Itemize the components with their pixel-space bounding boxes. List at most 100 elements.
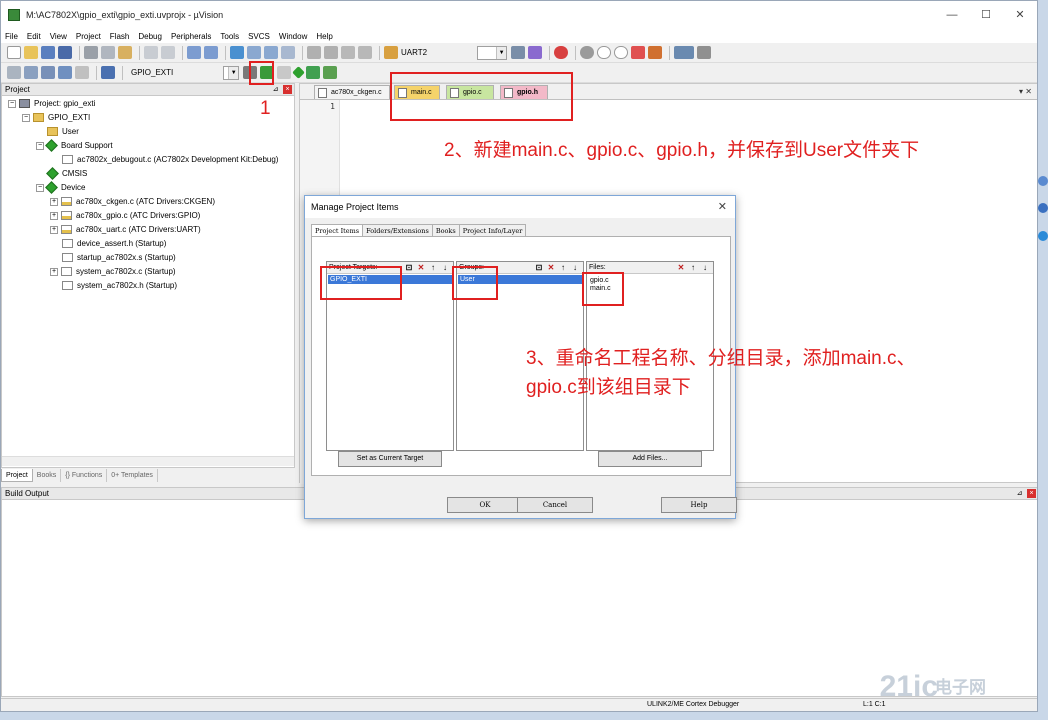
set-as-current-target-button[interactable]: Set as Current Target xyxy=(338,451,442,467)
cut-icon[interactable] xyxy=(84,46,98,59)
tree-file[interactable]: + ac780x_ckgen.c (ATC Drivers:CKGEN) xyxy=(50,195,215,208)
find-combo[interactable]: ▼ xyxy=(477,45,508,60)
tab-ac780x-ckgen[interactable]: ac780x_ckgen.c xyxy=(314,85,390,99)
rebuild-icon[interactable] xyxy=(41,66,55,79)
clear-bookmarks-icon[interactable] xyxy=(281,46,295,59)
collapse-icon[interactable]: − xyxy=(8,99,16,108)
save-all-icon[interactable] xyxy=(58,46,72,59)
tree-file[interactable]: ac7802x_debugout.c (AC7802x Development … xyxy=(62,153,278,166)
menu-help[interactable]: Help xyxy=(316,32,332,41)
menu-svcs[interactable]: SVCS xyxy=(248,32,270,41)
tab-tools[interactable]: ▾ ✕ xyxy=(1019,87,1032,96)
tree-group-user[interactable]: User xyxy=(47,125,79,138)
expand-icon[interactable]: + xyxy=(50,211,58,220)
find-in-files-icon[interactable] xyxy=(384,46,398,59)
close-panel-icon[interactable]: × xyxy=(1027,489,1036,498)
tree-group-device[interactable]: − Device xyxy=(36,181,85,194)
move-up-icon[interactable]: ↑ xyxy=(687,262,699,273)
pin-icon[interactable]: ⊿ xyxy=(1015,489,1024,498)
help-button[interactable]: Help xyxy=(661,497,737,513)
search-icon[interactable] xyxy=(1038,176,1048,186)
delete-icon[interactable]: ✕ xyxy=(415,262,427,273)
translate-icon[interactable] xyxy=(7,66,21,79)
delete-icon[interactable]: ✕ xyxy=(675,262,687,273)
tree-file[interactable]: device_assert.h (Startup) xyxy=(62,237,166,250)
tree-target[interactable]: − GPIO_EXTI xyxy=(22,111,90,124)
find-icon[interactable] xyxy=(511,46,526,59)
open-folder-icon[interactable] xyxy=(24,46,38,59)
menu-flash[interactable]: Flash xyxy=(110,32,130,41)
pack-installer-icon[interactable] xyxy=(306,66,321,79)
tab-project[interactable]: Project xyxy=(1,469,33,482)
collapse-icon[interactable]: − xyxy=(22,113,30,122)
tab-books[interactable]: Books xyxy=(33,469,62,482)
file-extensions-icon[interactable] xyxy=(277,66,292,79)
tree-file[interactable]: + ac780x_gpio.c (ATC Drivers:GPIO) xyxy=(50,209,200,222)
expand-icon[interactable]: + xyxy=(50,225,58,234)
pin-icon[interactable]: ⊿ xyxy=(271,85,280,94)
menu-peripherals[interactable]: Peripherals xyxy=(171,32,211,41)
collapse-icon[interactable]: − xyxy=(36,141,44,150)
move-down-icon[interactable]: ↓ xyxy=(439,262,451,273)
app-icon[interactable] xyxy=(1038,231,1048,241)
disable-all-breakpoints-icon[interactable] xyxy=(614,46,629,59)
indent-icon[interactable] xyxy=(307,46,321,59)
tree-group-cmsis[interactable]: CMSIS xyxy=(46,167,87,180)
menu-edit[interactable]: Edit xyxy=(27,32,41,41)
settings-icon[interactable] xyxy=(1038,203,1048,213)
move-down-icon[interactable]: ↓ xyxy=(699,262,711,273)
move-up-icon[interactable]: ↑ xyxy=(557,262,569,273)
config-icon[interactable] xyxy=(648,46,663,59)
cancel-button[interactable]: Cancel xyxy=(517,497,593,513)
menu-window[interactable]: Window xyxy=(279,32,307,41)
nav-forward-icon[interactable] xyxy=(204,46,218,59)
undo-icon[interactable] xyxy=(144,46,158,59)
new-file-icon[interactable] xyxy=(7,46,21,59)
breakpoint-icon[interactable] xyxy=(580,46,595,59)
uncomment-icon[interactable] xyxy=(358,46,372,59)
download-icon[interactable] xyxy=(101,66,115,79)
prev-bookmark-icon[interactable] xyxy=(247,46,261,59)
tree-file[interactable]: system_ac7802x.h (Startup) xyxy=(62,279,177,292)
unindent-icon[interactable] xyxy=(324,46,338,59)
ok-button[interactable]: OK xyxy=(447,497,523,513)
collapse-icon[interactable]: − xyxy=(36,183,44,192)
wrench-icon[interactable] xyxy=(697,46,712,59)
close-window-button[interactable]: ✕ xyxy=(1003,1,1037,29)
menu-file[interactable]: File xyxy=(5,32,18,41)
copy-icon[interactable] xyxy=(101,46,115,59)
menu-project[interactable]: Project xyxy=(76,32,101,41)
paste-icon[interactable] xyxy=(118,46,132,59)
tab-templates[interactable]: 0+ Templates xyxy=(107,469,158,482)
tree-root[interactable]: − Project: gpio_exti xyxy=(8,97,95,110)
debug-session-icon[interactable] xyxy=(554,46,569,59)
menu-tools[interactable]: Tools xyxy=(220,32,239,41)
nav-back-icon[interactable] xyxy=(187,46,201,59)
target-combo[interactable]: ▼ xyxy=(223,65,240,80)
new-item-icon[interactable]: ⊡ xyxy=(403,262,415,273)
incremental-find-icon[interactable] xyxy=(528,46,543,59)
new-item-icon[interactable]: ⊡ xyxy=(533,262,545,273)
minimize-button[interactable]: — xyxy=(935,1,969,29)
save-icon[interactable] xyxy=(41,46,55,59)
delete-icon[interactable]: ✕ xyxy=(545,262,557,273)
maximize-button[interactable]: ☐ xyxy=(969,1,1003,29)
menu-view[interactable]: View xyxy=(50,32,67,41)
expand-icon[interactable]: + xyxy=(50,267,58,276)
kill-breakpoints-icon[interactable] xyxy=(631,46,646,59)
expand-icon[interactable]: + xyxy=(50,197,58,206)
stop-build-icon[interactable] xyxy=(75,66,89,79)
next-bookmark-icon[interactable] xyxy=(264,46,278,59)
disable-breakpoint-icon[interactable] xyxy=(597,46,612,59)
menu-debug[interactable]: Debug xyxy=(138,32,162,41)
tree-file[interactable]: + system_ac7802x.c (Startup) xyxy=(50,265,176,278)
move-up-icon[interactable]: ↑ xyxy=(427,262,439,273)
tree-group-board-support[interactable]: − Board Support xyxy=(36,139,113,152)
close-panel-icon[interactable]: × xyxy=(283,85,292,94)
dialog-close-icon[interactable]: ✕ xyxy=(718,196,727,218)
add-files-button[interactable]: Add Files... xyxy=(598,451,702,467)
run-time-environment-icon[interactable] xyxy=(292,66,306,79)
comment-icon[interactable] xyxy=(341,46,355,59)
bookmark-icon[interactable] xyxy=(230,46,244,59)
build-icon[interactable] xyxy=(24,66,38,79)
